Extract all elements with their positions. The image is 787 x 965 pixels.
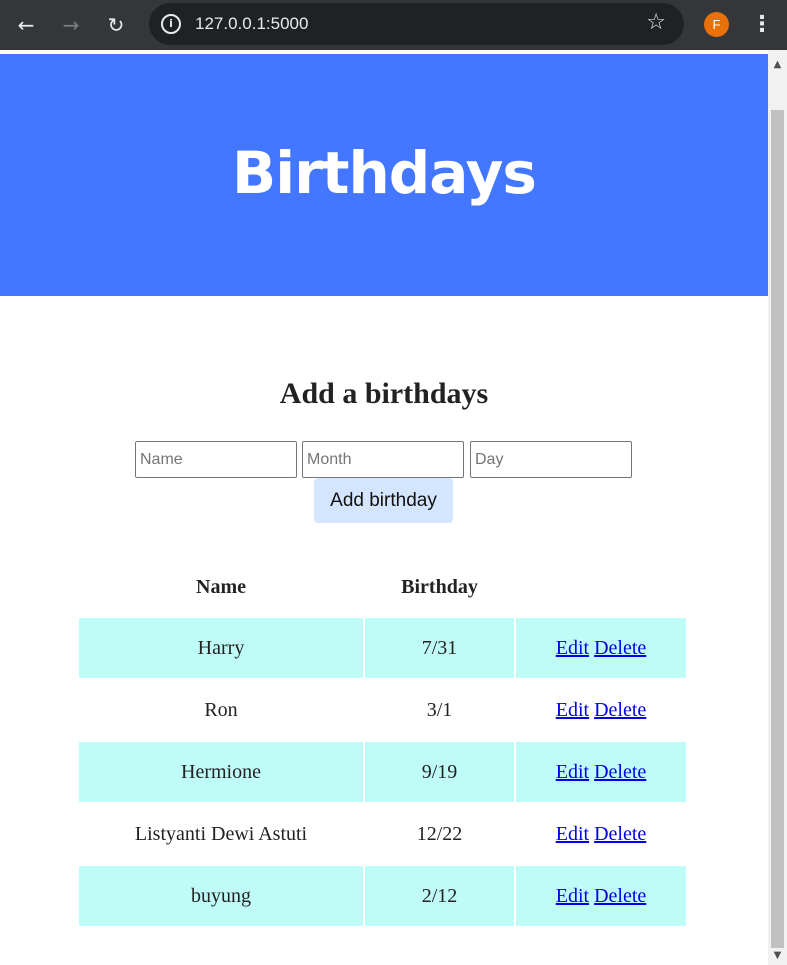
delete-link[interactable]: Delete xyxy=(594,637,646,659)
edit-link[interactable]: Edit xyxy=(556,637,589,659)
delete-link[interactable]: Delete xyxy=(594,761,646,783)
profile-avatar[interactable]: F xyxy=(704,12,729,37)
column-header-name: Name xyxy=(196,575,246,598)
edit-link[interactable]: Edit xyxy=(556,761,589,783)
birthday-cell: 7/31 xyxy=(365,618,514,678)
scroll-down-icon[interactable]: ▼ xyxy=(768,949,787,963)
menu-icon[interactable]: ⋮ xyxy=(750,9,774,41)
birthday-cell: 12/22 xyxy=(416,822,463,845)
actions-cell: Edit Delete xyxy=(516,866,686,926)
form-title: Add a birthdays xyxy=(279,377,489,410)
browser-toolbar: ← → ↻ i 127.0.0.1:5000 ☆ F ⋮ xyxy=(0,0,787,50)
add-birthday-button[interactable]: Add birthday xyxy=(314,478,453,523)
address-bar[interactable]: i 127.0.0.1:5000 ☆ xyxy=(149,3,684,45)
name-cell: Listyanti Dewi Astuti xyxy=(134,822,308,845)
delete-link[interactable]: Delete xyxy=(594,885,646,907)
table-row: Harry 7/31 Edit Delete xyxy=(79,618,686,678)
forward-icon[interactable]: → xyxy=(55,9,87,41)
edit-link[interactable]: Edit xyxy=(556,885,589,907)
birthdays-table: Name Birthday Harry 7/31 Edit Delete Ron… xyxy=(77,556,688,928)
page-content: Birthdays Add a birthdays Add birthday N… xyxy=(0,50,768,965)
back-icon[interactable]: ← xyxy=(10,9,42,41)
delete-link[interactable]: Delete xyxy=(594,823,646,845)
delete-link[interactable]: Delete xyxy=(594,699,646,721)
table-row: Hermione 9/19 Edit Delete xyxy=(79,742,686,802)
table-row: buyung 2/12 Edit Delete xyxy=(79,866,686,926)
table-row: Listyanti Dewi Astuti 12/22 Edit Delete xyxy=(79,804,686,864)
actions-cell: Edit Delete xyxy=(516,618,686,678)
birthday-cell: 9/19 xyxy=(365,742,514,802)
page-title: Birthdays xyxy=(232,139,537,207)
column-header-actions xyxy=(516,558,686,616)
birthday-cell: 3/1 xyxy=(426,698,453,721)
name-cell: Hermione xyxy=(79,742,363,802)
edit-link[interactable]: Edit xyxy=(556,823,589,845)
info-icon[interactable]: i xyxy=(161,14,181,34)
name-cell: Harry xyxy=(79,618,363,678)
edit-link[interactable]: Edit xyxy=(556,699,589,721)
table-row: Ron 3/1 Edit Delete xyxy=(79,680,686,740)
actions-cell: Edit Delete xyxy=(516,680,686,740)
column-header-birthday: Birthday xyxy=(401,575,478,598)
name-cell: Ron xyxy=(204,698,238,721)
star-icon[interactable]: ☆ xyxy=(646,10,666,36)
month-input[interactable] xyxy=(302,441,464,478)
url-text[interactable]: 127.0.0.1:5000 xyxy=(195,14,308,34)
name-cell: buyung xyxy=(79,866,363,926)
scroll-up-icon[interactable]: ▲ xyxy=(768,58,787,72)
day-input[interactable] xyxy=(470,441,632,478)
actions-cell: Edit Delete xyxy=(516,742,686,802)
name-input[interactable] xyxy=(135,441,297,478)
birthday-cell: 2/12 xyxy=(365,866,514,926)
vertical-scrollbar[interactable]: ▲ ▼ xyxy=(768,50,787,965)
page-header: Birthdays xyxy=(0,54,768,296)
table-header-row: Name Birthday xyxy=(79,558,686,616)
scrollbar-thumb[interactable] xyxy=(771,110,784,948)
actions-cell: Edit Delete xyxy=(516,804,686,864)
reload-icon[interactable]: ↻ xyxy=(100,9,132,41)
